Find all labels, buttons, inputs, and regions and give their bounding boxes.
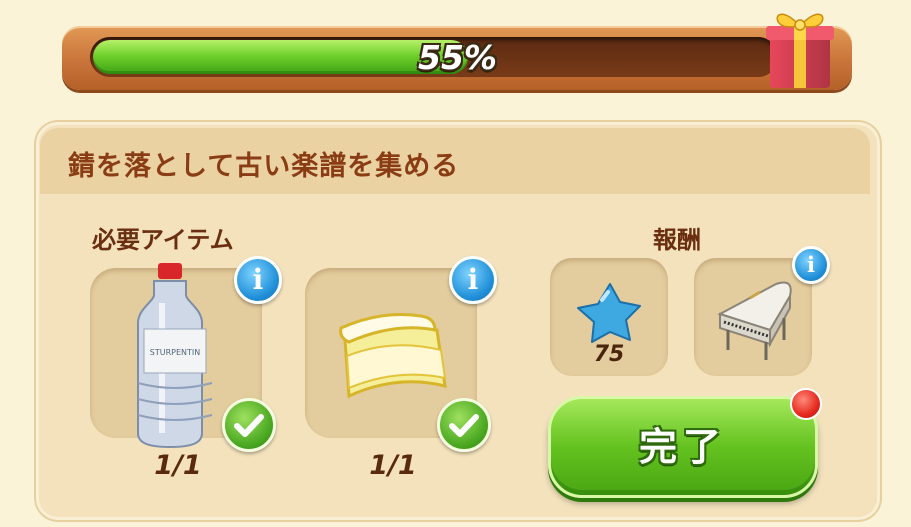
required-item-1-check-icon bbox=[222, 398, 276, 452]
complete-button[interactable]: 完了 bbox=[548, 396, 818, 498]
required-item-1-count: 1/1 bbox=[154, 450, 202, 481]
bottle-label-text: STURPENTIN bbox=[150, 348, 200, 357]
quest-title: 錆を落として古い楽譜を集める bbox=[68, 151, 460, 182]
reward-stars-amount: 75 bbox=[593, 342, 625, 367]
required-item-2-check-icon bbox=[437, 398, 491, 452]
reward-slot-stars[interactable]: 75 bbox=[550, 258, 668, 376]
required-item-2-info-icon[interactable]: i bbox=[449, 256, 497, 304]
notification-dot bbox=[790, 388, 822, 420]
reward-label: 報酬 bbox=[653, 226, 701, 254]
gift-box-icon[interactable] bbox=[764, 0, 836, 92]
reward-piano-info-icon[interactable]: i bbox=[792, 246, 830, 284]
required-item-1-info-icon[interactable]: i bbox=[234, 256, 282, 304]
progress-label: 55% bbox=[418, 38, 497, 77]
required-item-2-count: 1/1 bbox=[369, 450, 417, 481]
